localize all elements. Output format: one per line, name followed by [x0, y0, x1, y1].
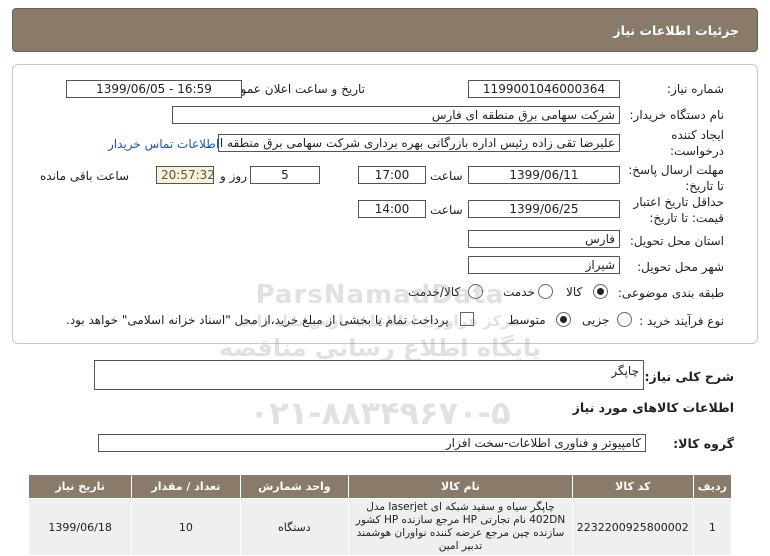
category-goods-radio[interactable] [593, 284, 608, 299]
validity-label-line1: حداقل تاریخ اعتبار [633, 195, 724, 209]
buyer-contact-link[interactable]: اطلاعات تماس خریدار [108, 137, 219, 151]
province-label: استان محل تحویل: [629, 234, 724, 248]
watermark-phone: ۰۲۱-۸۸۳۴۹۶۷۰-۵ [249, 394, 511, 432]
city-label: شهر محل تحویل: [637, 260, 724, 274]
col-row: ردیف [692, 474, 733, 499]
cell-qty: 10 [131, 498, 241, 556]
table-row: 1 2232200925800002 چاپگر سیاه و سفید شبک… [27, 498, 733, 556]
process-label: نوع فرآیند خرید : [639, 314, 724, 328]
col-name: نام کالا [348, 474, 573, 499]
creator-label-line1: ایجاد کننده [671, 128, 724, 142]
treasury-payment-checkbox[interactable] [460, 312, 474, 326]
creator-label-line2: درخواست: [670, 144, 724, 158]
cell-row: 1 [692, 498, 733, 556]
need-number-field: 1199001046000364 [468, 80, 620, 98]
cell-code: 2232200925800002 [571, 498, 694, 556]
col-qty: تعداد / مقدار [131, 474, 241, 499]
items-table-header: ردیف کد کالا نام کالا واحد شمارش تعداد /… [27, 474, 733, 499]
goods-group-field: کامپیوتر و فناوری اطلاعات-سخت افزار [98, 434, 646, 452]
process-minor-radio[interactable] [617, 312, 632, 327]
goods-group-label: گروه کالا: [673, 436, 734, 451]
category-service-label: خدمت [503, 285, 535, 299]
deadline-time-label: ساعت [430, 169, 463, 183]
validity-time-label: ساعت [430, 203, 463, 217]
city-field: شیراز [468, 256, 620, 274]
deadline-label-line2: تا تاریخ: [685, 179, 724, 193]
countdown-timer: 20:57:32 [156, 166, 214, 184]
category-goods-service-radio[interactable] [468, 284, 483, 299]
goods-info-title: اطلاعات کالاهای مورد نیاز [572, 400, 734, 415]
cell-name: چاپگر سیاه و سفید شبکه ای laserjet مدل 4… [348, 498, 573, 556]
col-code: کد کالا [571, 474, 694, 499]
deadline-time-field: 17:00 [358, 166, 426, 184]
buyer-label: نام دستگاه خریدار: [629, 108, 725, 122]
announce-date-field: 1399/06/05 - 16:59 [66, 80, 242, 98]
col-date: تاریخ نیاز [27, 474, 133, 499]
process-medium-label: متوسط [508, 313, 546, 327]
validity-time-field: 14:00 [358, 200, 426, 218]
days-remaining-field: 5 [250, 166, 320, 184]
validity-date-field: 1399/06/25 [468, 200, 620, 218]
category-goods-service-label: کالا/خدمت [408, 285, 461, 299]
deadline-label-line1: مهلت ارسال پاسخ: [628, 163, 724, 177]
summary-field: چاپگر [94, 360, 644, 390]
summary-title: شرح کلی نیاز: [644, 369, 734, 384]
treasury-payment-note: پرداخت تمام یا بخشی از مبلغ خرید،از محل … [66, 313, 449, 327]
process-medium-radio[interactable] [556, 312, 571, 327]
page-header: جزئیات اطلاعات نیاز [12, 8, 758, 52]
category-label: طبقه بندی موضوعی: [617, 286, 724, 300]
category-service-radio[interactable] [538, 284, 553, 299]
items-table: ردیف کد کالا نام کالا واحد شمارش تعداد /… [27, 474, 733, 556]
process-minor-label: جزیی [582, 313, 610, 327]
creator-field: علیرضا تقی زاده رئیس اداره بازرگانی بهره… [218, 134, 620, 152]
category-goods-label: کالا [566, 285, 583, 299]
days-label: روز و [220, 169, 247, 183]
buyer-field: شرکت سهامی برق منطقه ای فارس [172, 106, 620, 124]
cell-date: 1399/06/18 [27, 498, 133, 556]
cell-unit: دستگاه [239, 498, 350, 556]
page-title: جزئیات اطلاعات نیاز [613, 23, 739, 38]
validity-label-line2: قیمت: تا تاریخ: [649, 211, 724, 225]
col-unit: واحد شمارش [239, 474, 350, 499]
need-number-label: شماره نیاز: [667, 82, 724, 96]
deadline-date-field: 1399/06/11 [468, 166, 620, 184]
remaining-label: ساعت باقی مانده [40, 169, 130, 183]
province-field: فارس [468, 230, 620, 248]
